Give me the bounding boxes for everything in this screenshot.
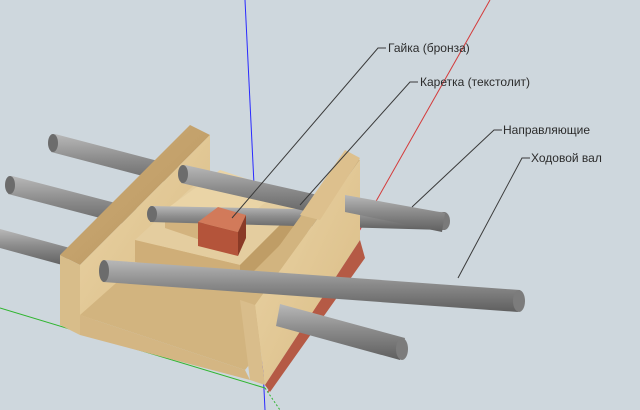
label-guides: Направляющие — [503, 123, 590, 137]
leader-guides — [411, 129, 502, 208]
leader-lead-screw — [457, 157, 530, 279]
guide-rod-back-lower — [0, 229, 70, 266]
label-nut: Гайка (бронза) — [388, 41, 470, 55]
diagram-canvas: Гайка (бронза) Каретка (текстолит) Напра… — [0, 0, 602, 410]
label-carriage: Каретка (текстолит) — [420, 75, 530, 89]
axis-dotted — [264, 387, 281, 410]
label-lead-screw: Ходовой вал — [531, 151, 602, 165]
